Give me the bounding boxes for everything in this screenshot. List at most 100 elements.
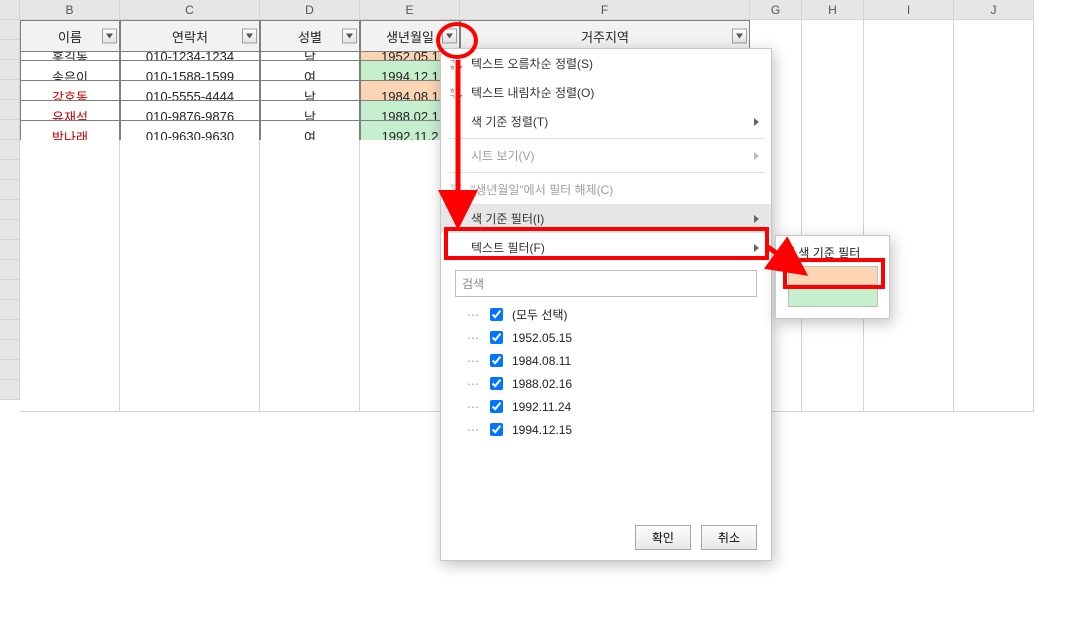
menu-item-sort-by-color[interactable]: 색 기준 정렬(T) bbox=[441, 107, 771, 136]
row-header[interactable] bbox=[0, 180, 20, 200]
menu-item-sheet-view: 시트 보기(V) bbox=[441, 141, 771, 170]
tree-item[interactable]: ⋯1952.05.15 bbox=[467, 326, 757, 349]
row-header[interactable] bbox=[0, 220, 20, 240]
cell[interactable] bbox=[954, 380, 1034, 412]
filter-search-input[interactable]: 검색 bbox=[455, 270, 757, 297]
button-row: 확인 취소 bbox=[455, 525, 757, 550]
menu-item-clear-filter: "생년월일"에서 필터 해제(C) bbox=[441, 175, 771, 204]
row-header[interactable] bbox=[0, 300, 20, 320]
checkbox[interactable] bbox=[490, 377, 503, 390]
checkbox[interactable] bbox=[490, 354, 503, 367]
sort-asc-icon: ㄱㅎ bbox=[449, 57, 463, 71]
color-swatch-peach[interactable] bbox=[788, 266, 878, 285]
row-header[interactable] bbox=[0, 100, 20, 120]
menu-item-label: 색 기준 필터(I) bbox=[471, 210, 544, 227]
table-header-name[interactable]: 이름 bbox=[20, 20, 120, 52]
row-header[interactable] bbox=[0, 320, 20, 340]
menu-item-label: 시트 보기(V) bbox=[471, 147, 535, 164]
tree-item-label: 1992.11.24 bbox=[512, 400, 571, 414]
row-header[interactable] bbox=[0, 340, 20, 360]
menu-item-label: 텍스트 오름차순 정렬(S) bbox=[471, 55, 593, 72]
tree-item[interactable]: ⋯ 1994.12.15 bbox=[467, 418, 757, 441]
menu-item-label: 텍스트 내림차순 정렬(O) bbox=[471, 84, 594, 101]
tree-item-select-all[interactable]: ⋯ (모두 선택) bbox=[467, 303, 757, 326]
col-header-J[interactable]: J bbox=[954, 0, 1034, 20]
cell[interactable] bbox=[260, 380, 360, 412]
clear-filter-icon bbox=[449, 183, 463, 197]
menu-item-label: 색 기준 정렬(T) bbox=[471, 113, 548, 130]
row-header[interactable] bbox=[0, 40, 20, 60]
color-swatch-green[interactable] bbox=[788, 288, 878, 307]
filter-value-tree: ⋯ (모두 선택) ⋯1952.05.15 ⋯1984.08.11 ⋯1988.… bbox=[467, 303, 757, 441]
table-header-gender[interactable]: 성별 bbox=[260, 20, 360, 52]
filter-button-region[interactable] bbox=[732, 29, 747, 44]
filter-dropdown-menu: ㄱㅎ 텍스트 오름차순 정렬(S) ㅎㄱ 텍스트 내림차순 정렬(O) 색 기준… bbox=[440, 48, 772, 561]
checkbox[interactable] bbox=[490, 423, 503, 436]
col-header-F[interactable]: F bbox=[460, 0, 750, 20]
tree-item-label: 1994.12.15 bbox=[512, 423, 572, 437]
filter-button-name[interactable] bbox=[102, 29, 117, 44]
checkbox[interactable] bbox=[490, 308, 503, 321]
table-header-phone[interactable]: 연락처 bbox=[120, 20, 260, 52]
search-placeholder: 검색 bbox=[462, 277, 484, 291]
row-header[interactable] bbox=[0, 160, 20, 180]
col-header-H[interactable]: H bbox=[802, 0, 864, 20]
col-header-B[interactable]: B bbox=[20, 0, 120, 20]
row-header[interactable] bbox=[0, 240, 20, 260]
tree-connector-icon: ⋯ bbox=[467, 423, 480, 437]
row-header[interactable] bbox=[0, 20, 20, 40]
cell[interactable] bbox=[20, 380, 120, 412]
separator bbox=[447, 138, 765, 139]
submenu-title: 셀 색 기준 필터 bbox=[784, 244, 881, 261]
row-header[interactable] bbox=[0, 120, 20, 140]
row-header[interactable] bbox=[0, 80, 20, 100]
row-header[interactable] bbox=[0, 360, 20, 380]
separator bbox=[447, 172, 765, 173]
row-header[interactable] bbox=[0, 280, 20, 300]
menu-item-sort-asc[interactable]: ㄱㅎ 텍스트 오름차순 정렬(S) bbox=[441, 49, 771, 78]
filter-button-gender[interactable] bbox=[342, 29, 357, 44]
menu-item-filter-by-color[interactable]: 색 기준 필터(I) bbox=[441, 204, 771, 233]
cancel-button[interactable]: 취소 bbox=[701, 525, 757, 550]
table-header-label: 거주지역 bbox=[581, 27, 629, 46]
tree-item[interactable]: ⋯ 1988.02.16 bbox=[467, 372, 757, 395]
col-header-I[interactable]: I bbox=[864, 0, 954, 20]
tree-item[interactable]: ⋯1984.08.11 bbox=[467, 349, 757, 372]
row-header[interactable] bbox=[0, 140, 20, 160]
menu-item-label: 텍스트 필터(F) bbox=[471, 239, 545, 256]
table-header-label: 이름 bbox=[58, 27, 82, 46]
filter-button-dob[interactable] bbox=[442, 29, 457, 44]
svg-text:ㅎ: ㅎ bbox=[449, 65, 455, 71]
filter-button-phone[interactable] bbox=[242, 29, 257, 44]
menu-item-text-filter[interactable]: 텍스트 필터(F) bbox=[441, 233, 771, 262]
ok-button[interactable]: 확인 bbox=[635, 525, 691, 550]
tree-connector-icon: ⋯ bbox=[467, 377, 480, 391]
col-header-G[interactable]: G bbox=[750, 0, 802, 20]
checkbox[interactable] bbox=[490, 331, 503, 344]
row-header[interactable] bbox=[0, 200, 20, 220]
col-header-E[interactable]: E bbox=[360, 0, 460, 20]
cell[interactable] bbox=[802, 380, 864, 412]
row-header[interactable] bbox=[0, 260, 20, 280]
col-header-C[interactable]: C bbox=[120, 0, 260, 20]
svg-text:ㄱ: ㄱ bbox=[449, 94, 455, 100]
col-header-D[interactable]: D bbox=[260, 0, 360, 20]
tree-item-label: 1988.02.16 bbox=[512, 377, 572, 391]
tree-item[interactable]: ⋯1992.11.24 bbox=[467, 395, 757, 418]
cell[interactable] bbox=[120, 380, 260, 412]
table-header-label: 연락처 bbox=[172, 27, 208, 46]
tree-item-label: 1952.05.15 bbox=[512, 331, 572, 345]
menu-item-label: "생년월일"에서 필터 해제(C) bbox=[471, 181, 613, 198]
row-header[interactable] bbox=[0, 60, 20, 80]
color-filter-submenu: 셀 색 기준 필터 bbox=[775, 235, 890, 319]
menu-item-sort-desc[interactable]: ㅎㄱ 텍스트 내림차순 정렬(O) bbox=[441, 78, 771, 107]
table-header-label: 성별 bbox=[298, 27, 322, 46]
tree-connector-icon: ⋯ bbox=[467, 308, 480, 322]
grid-corner bbox=[0, 0, 20, 20]
checkbox[interactable] bbox=[490, 400, 503, 413]
cell[interactable] bbox=[864, 380, 954, 412]
sort-desc-icon: ㅎㄱ bbox=[449, 86, 463, 100]
tree-item-label: (모두 선택) bbox=[512, 306, 568, 323]
tree-item-label: 1984.08.11 bbox=[512, 354, 571, 368]
row-header[interactable] bbox=[0, 380, 20, 400]
